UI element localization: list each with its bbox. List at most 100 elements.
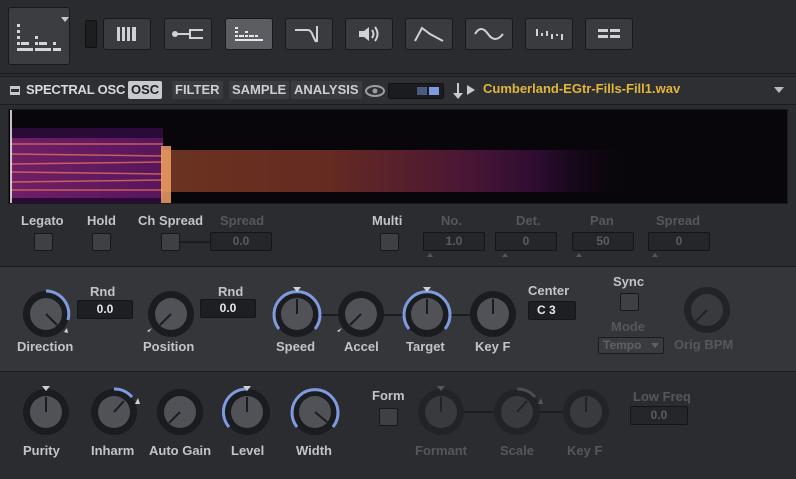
pan-field[interactable]: 50 — [572, 232, 634, 251]
formant-knob[interactable] — [414, 385, 468, 439]
rnd1-field[interactable]: 0.0 — [77, 300, 133, 319]
playback-controls-row: Direction Rnd 0.0 Position Rnd 0.0 Speed… — [0, 266, 796, 372]
position-knob[interactable] — [144, 287, 198, 341]
spectral-module-selector[interactable] — [8, 7, 70, 65]
envelope-icon — [414, 26, 444, 42]
pan-label: Pan — [590, 213, 614, 228]
spectral-grid-icon — [235, 27, 263, 41]
keyboard-button[interactable] — [103, 18, 151, 50]
envelope-button[interactable] — [405, 18, 453, 50]
width-knob[interactable] — [288, 385, 342, 439]
tone-controls-row: Purity Inharm Auto Gain Level Width Form — [0, 372, 796, 479]
load-arrow-icon[interactable] — [452, 82, 464, 100]
spread2-label: Spread — [656, 213, 701, 228]
sample-file-name[interactable]: Cumberland-EGtr-Fills-Fill1.wav — [483, 81, 680, 96]
level-knob[interactable] — [220, 385, 274, 439]
spread-field[interactable]: 0.0 — [210, 232, 272, 251]
list-button[interactable] — [585, 18, 633, 50]
list-icon — [598, 29, 620, 38]
connector-line — [180, 241, 210, 243]
spectrogram-display[interactable] — [8, 109, 788, 204]
target-knob[interactable] — [400, 287, 454, 341]
orig-bpm-knob[interactable] — [680, 283, 734, 337]
purity-label: Purity — [23, 443, 60, 458]
tab-analysis[interactable]: ANALYSIS — [291, 81, 362, 99]
low-freq-field[interactable]: 0.0 — [630, 406, 688, 425]
form-keyf-knob[interactable] — [559, 385, 613, 439]
no-field[interactable]: 1.0 — [423, 232, 485, 251]
form-checkbox[interactable] — [379, 408, 398, 426]
tab-sample[interactable]: SAMPLE — [229, 81, 290, 99]
det-label: Det. — [516, 213, 541, 228]
filter-icon — [295, 26, 318, 43]
speed-knob[interactable] — [270, 287, 324, 341]
low-freq-label: Low Freq — [633, 389, 691, 404]
display-slider[interactable] — [388, 83, 444, 99]
keyf-knob[interactable] — [466, 287, 520, 341]
hold-checkbox[interactable] — [92, 233, 111, 251]
chevron-down-icon — [651, 343, 659, 348]
lfo-button[interactable] — [465, 18, 513, 50]
collapse-icon[interactable] — [10, 86, 20, 95]
direction-label: Direction — [17, 339, 74, 354]
filter-button[interactable] — [285, 18, 333, 50]
keyf-label: Key F — [475, 339, 511, 354]
auto-gain-label: Auto Gain — [149, 443, 212, 458]
spectral-icon — [17, 17, 69, 51]
accel-label: Accel — [344, 339, 379, 354]
scale-knob[interactable] — [490, 385, 544, 439]
orig-bpm-label: Orig BPM — [674, 337, 734, 352]
inharm-knob[interactable] — [87, 385, 141, 439]
multi-checkbox[interactable] — [380, 233, 399, 251]
play-icon[interactable] — [466, 84, 476, 96]
spread2-field[interactable]: 0 — [648, 232, 710, 251]
inharm-label: Inharm — [91, 443, 135, 458]
spectral-grid-button[interactable] — [225, 18, 273, 50]
rnd1-label: Rnd — [90, 284, 116, 299]
ch-spread-label: Ch Spread — [138, 213, 204, 228]
pitch-button[interactable] — [164, 18, 212, 50]
formant-label: Formant — [415, 443, 467, 458]
section-header: SPECTRAL OSC OSC FILTER SAMPLE ANALYSIS … — [0, 76, 796, 105]
eye-icon[interactable] — [364, 83, 386, 99]
level-label: Level — [231, 443, 265, 458]
width-label: Width — [296, 443, 332, 458]
pitch-icon — [172, 29, 203, 39]
sync-label: Sync — [613, 274, 645, 289]
tab-osc[interactable]: OSC — [128, 81, 163, 99]
audio-button[interactable] — [345, 18, 393, 50]
mode-label: Mode — [611, 319, 645, 334]
rnd2-field[interactable]: 0.0 — [200, 299, 256, 318]
chevron-down-icon[interactable] — [773, 86, 785, 94]
spectrogram-graphic — [10, 110, 631, 203]
spread-label: Spread — [220, 213, 265, 228]
position-label: Position — [143, 339, 195, 354]
speaker-icon — [359, 26, 379, 42]
form-label: Form — [372, 388, 405, 403]
tab-filter[interactable]: FILTER — [172, 81, 223, 99]
target-label: Target — [406, 339, 445, 354]
rnd2-label: Rnd — [218, 284, 244, 299]
auto-gain-knob[interactable] — [153, 385, 207, 439]
det-field[interactable]: 0 — [495, 232, 557, 251]
center-field[interactable]: C 3 — [528, 301, 576, 320]
purity-knob[interactable] — [19, 385, 73, 439]
hold-label: Hold — [87, 213, 116, 228]
module-toolbar — [0, 0, 796, 74]
direction-knob[interactable] — [19, 287, 73, 341]
sync-checkbox[interactable] — [620, 293, 639, 311]
legato-checkbox[interactable] — [34, 233, 53, 251]
mode-value: Tempo — [603, 338, 642, 352]
speed-label: Speed — [276, 339, 316, 354]
mode-dropdown[interactable]: Tempo — [598, 337, 664, 354]
ch-spread-checkbox[interactable] — [161, 233, 180, 251]
multi-label: Multi — [372, 213, 403, 228]
form-keyf-label: Key F — [567, 443, 603, 458]
legato-label: Legato — [21, 213, 64, 228]
field-markers — [427, 253, 658, 257]
step-button[interactable] — [525, 18, 573, 50]
scale-label: Scale — [500, 443, 534, 458]
no-label: No. — [441, 213, 462, 228]
accel-knob[interactable] — [334, 287, 388, 341]
section-title: SPECTRAL OSC — [26, 82, 126, 97]
